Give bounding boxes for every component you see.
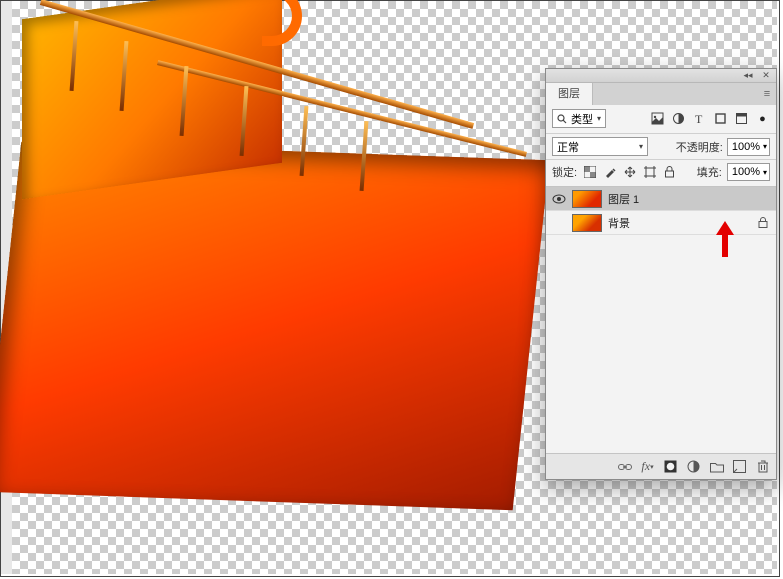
layer-row[interactable]: 图层 1	[546, 187, 776, 211]
filter-shape-icon[interactable]	[713, 111, 728, 126]
delete-layer-icon[interactable]	[755, 459, 770, 474]
lock-position-icon[interactable]	[622, 165, 637, 180]
visibility-toggle[interactable]	[552, 192, 566, 206]
link-layers-icon[interactable]	[617, 459, 632, 474]
filter-type-label: 类型	[571, 111, 593, 127]
lock-paint-icon[interactable]	[602, 165, 617, 180]
opacity-label: 不透明度:	[676, 139, 723, 155]
chevron-down-icon: ▾	[597, 114, 601, 123]
new-group-icon[interactable]	[709, 459, 724, 474]
layers-panel: ◂◂ ✕ 图层 ≡ 类型 ▾ T ●	[545, 68, 777, 480]
chevron-down-icon: ▾	[763, 168, 767, 177]
layers-panel-footer: fx▾	[546, 453, 776, 479]
layer-thumbnail[interactable]	[572, 214, 602, 232]
filter-type-text-icon[interactable]: T	[692, 111, 707, 126]
lock-all-icon[interactable]	[662, 165, 677, 180]
opacity-input[interactable]: 100% ▾	[727, 138, 770, 156]
app-root: ◂◂ ✕ 图层 ≡ 类型 ▾ T ●	[0, 0, 783, 579]
fill-label: 填充:	[697, 164, 722, 180]
tab-layers[interactable]: 图层	[546, 83, 593, 105]
layer-thumbnail[interactable]	[572, 190, 602, 208]
lock-artboard-icon[interactable]	[642, 165, 657, 180]
lock-icon	[758, 217, 770, 228]
layer-name[interactable]: 图层 1	[608, 191, 770, 207]
panel-menu-icon[interactable]: ≡	[758, 83, 776, 105]
filter-smartobject-icon[interactable]	[734, 111, 749, 126]
filter-pixel-icon[interactable]	[650, 111, 665, 126]
blend-mode-select[interactable]: 正常 ▾	[552, 137, 648, 156]
layer-filter-row: 类型 ▾ T ●	[546, 105, 776, 134]
panel-tabs: 图层 ≡	[546, 83, 776, 105]
lock-fill-row: 锁定: 填充: 100% ▾	[546, 160, 776, 187]
chevron-down-icon: ▾	[639, 142, 643, 151]
visibility-toggle[interactable]	[552, 216, 566, 230]
search-icon	[557, 114, 567, 124]
filter-toggle-icon[interactable]: ●	[755, 111, 770, 126]
new-adjustment-layer-icon[interactable]	[686, 459, 701, 474]
layers-list: 图层 1 背景	[546, 187, 776, 235]
fill-input[interactable]: 100% ▾	[727, 163, 770, 181]
add-mask-icon[interactable]	[663, 459, 678, 474]
fill-value: 100%	[732, 166, 760, 178]
layer-row[interactable]: 背景	[546, 211, 776, 235]
panel-close-icon[interactable]: ✕	[762, 72, 770, 80]
filter-adjustment-icon[interactable]	[671, 111, 686, 126]
lock-label: 锁定:	[552, 164, 577, 180]
blend-mode-label: 正常	[557, 139, 579, 155]
panel-collapse-icon[interactable]: ◂◂	[744, 72, 752, 80]
new-layer-icon[interactable]	[732, 459, 747, 474]
chevron-down-icon: ▾	[763, 142, 767, 151]
lock-transparency-icon[interactable]	[582, 165, 597, 180]
ruler-vertical	[1, 1, 12, 574]
panel-titlebar[interactable]: ◂◂ ✕	[546, 69, 776, 83]
blend-opacity-row: 正常 ▾ 不透明度: 100% ▾	[546, 134, 776, 160]
filter-type-select[interactable]: 类型 ▾	[552, 109, 606, 128]
layer-name[interactable]: 背景	[608, 215, 752, 231]
svg-text:T: T	[695, 112, 703, 125]
layer-style-icon[interactable]: fx▾	[640, 459, 655, 474]
opacity-value: 100%	[732, 141, 760, 153]
